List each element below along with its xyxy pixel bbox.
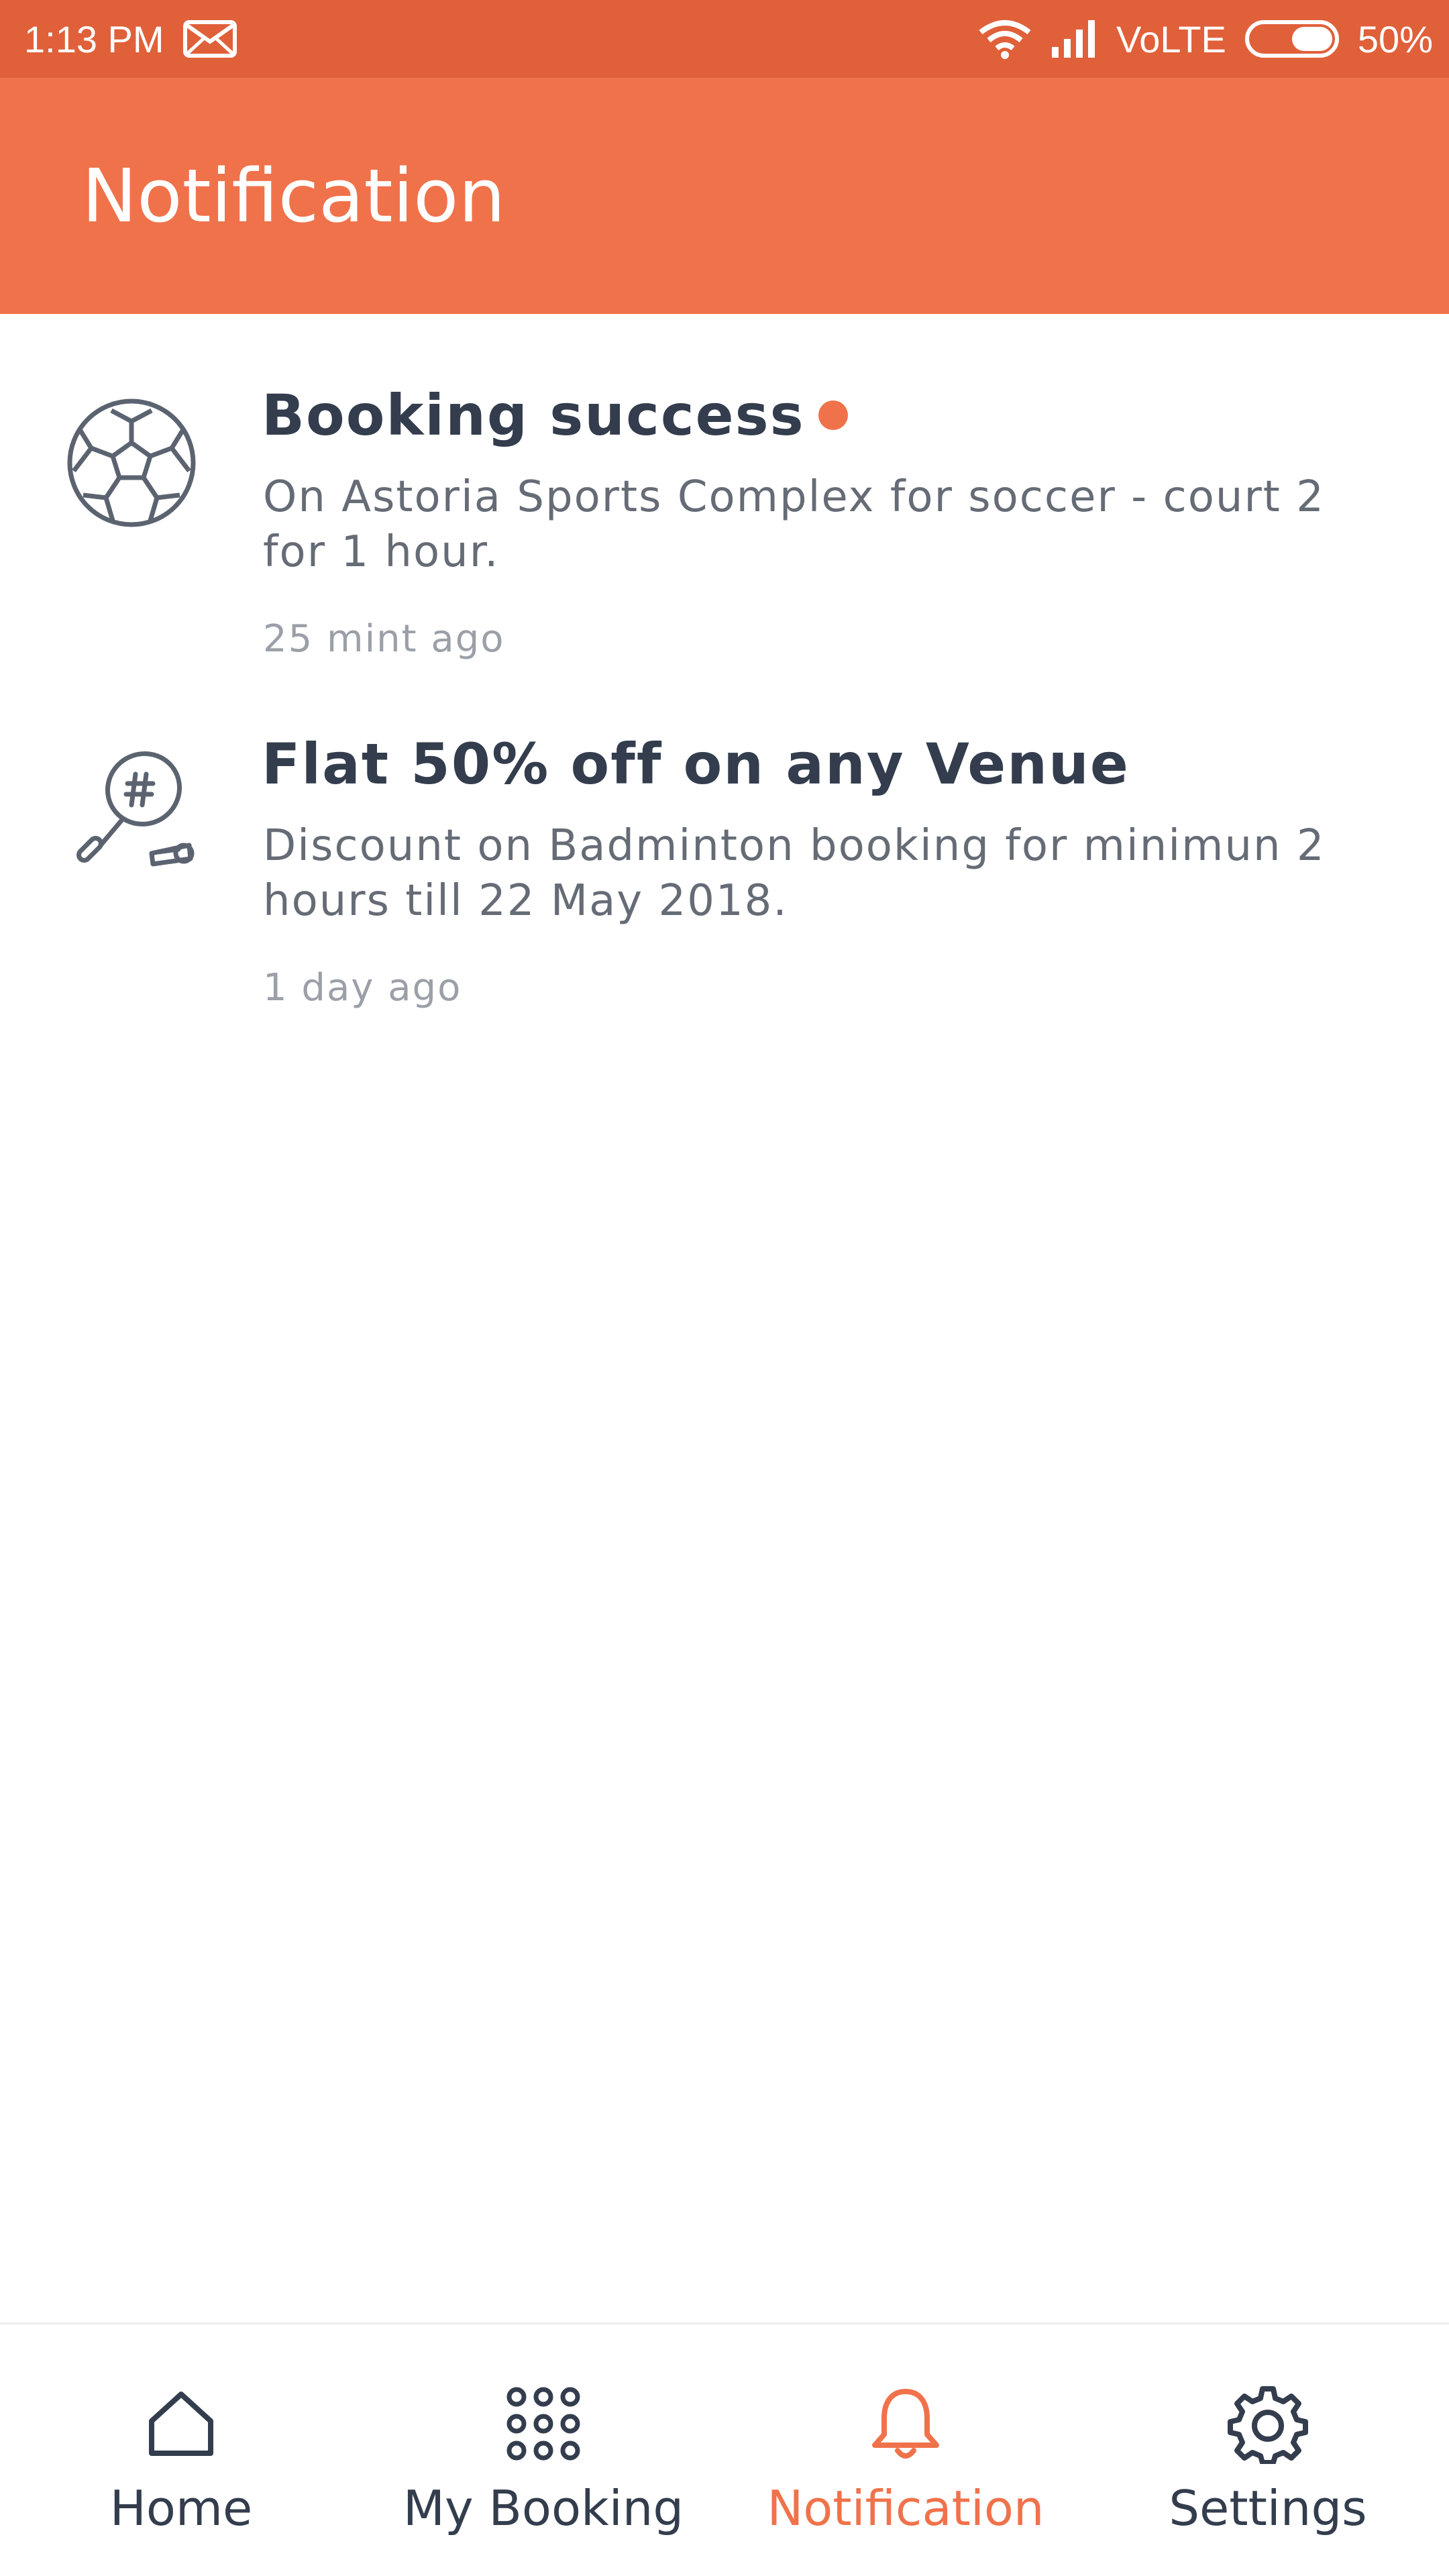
wifi-icon — [978, 19, 1032, 59]
notification-item[interactable]: Flat 50% off on any Venue Discount on Ba… — [0, 664, 1449, 1013]
status-bar: 1:13 PM VoLTE 50% — [0, 0, 1449, 78]
page-title: Notification — [82, 153, 506, 239]
nav-home[interactable]: Home — [0, 2324, 362, 2576]
notification-title: Flat 50% off on any Venue — [262, 731, 1130, 797]
soccer-ball-icon — [64, 396, 199, 530]
nav-settings-label: Settings — [1169, 2480, 1367, 2536]
notification-title: Booking success — [262, 382, 848, 448]
nav-notification-label: Notification — [767, 2480, 1044, 2536]
battery-icon — [1244, 20, 1339, 58]
notification-title-text: Flat 50% off on any Venue — [262, 731, 1130, 797]
nav-notification[interactable]: Notification — [724, 2324, 1087, 2576]
notification-time: 25 mint ago — [263, 617, 505, 661]
badminton-icon — [64, 745, 199, 879]
mail-icon — [182, 20, 237, 58]
notification-title-text: Booking success — [262, 382, 805, 448]
notification-body: Discount on Badminton booking for minimu… — [263, 821, 1326, 926]
notification-item[interactable]: Booking success On Astoria Sports Comple… — [0, 315, 1449, 664]
app-bar: Notification — [0, 78, 1449, 314]
gear-icon — [1228, 2386, 1308, 2464]
nav-my-booking-label: My Booking — [402, 2480, 684, 2536]
status-left: 1:13 PM — [24, 17, 237, 61]
signal-icon — [1051, 19, 1097, 59]
unread-dot-icon — [818, 400, 848, 430]
status-time: 1:13 PM — [24, 17, 164, 60]
status-right: VoLTE 50% — [978, 17, 1433, 61]
bell-icon — [872, 2389, 939, 2459]
nav-home-label: Home — [109, 2480, 253, 2536]
nav-my-booking[interactable]: My Booking — [362, 2324, 724, 2576]
bottom-nav: Home My Booking Notification Settings — [0, 2322, 1449, 2576]
grid-icon — [506, 2387, 580, 2461]
home-icon — [149, 2392, 213, 2456]
nav-settings[interactable]: Settings — [1087, 2324, 1449, 2576]
notification-body: On Astoria Sports Complex for soccer - c… — [263, 472, 1325, 577]
network-type: VoLTE — [1116, 17, 1226, 60]
notification-list: Booking success On Astoria Sports Comple… — [0, 315, 1449, 1013]
notification-time: 1 day ago — [263, 966, 462, 1010]
battery-percent: 50% — [1357, 17, 1433, 60]
